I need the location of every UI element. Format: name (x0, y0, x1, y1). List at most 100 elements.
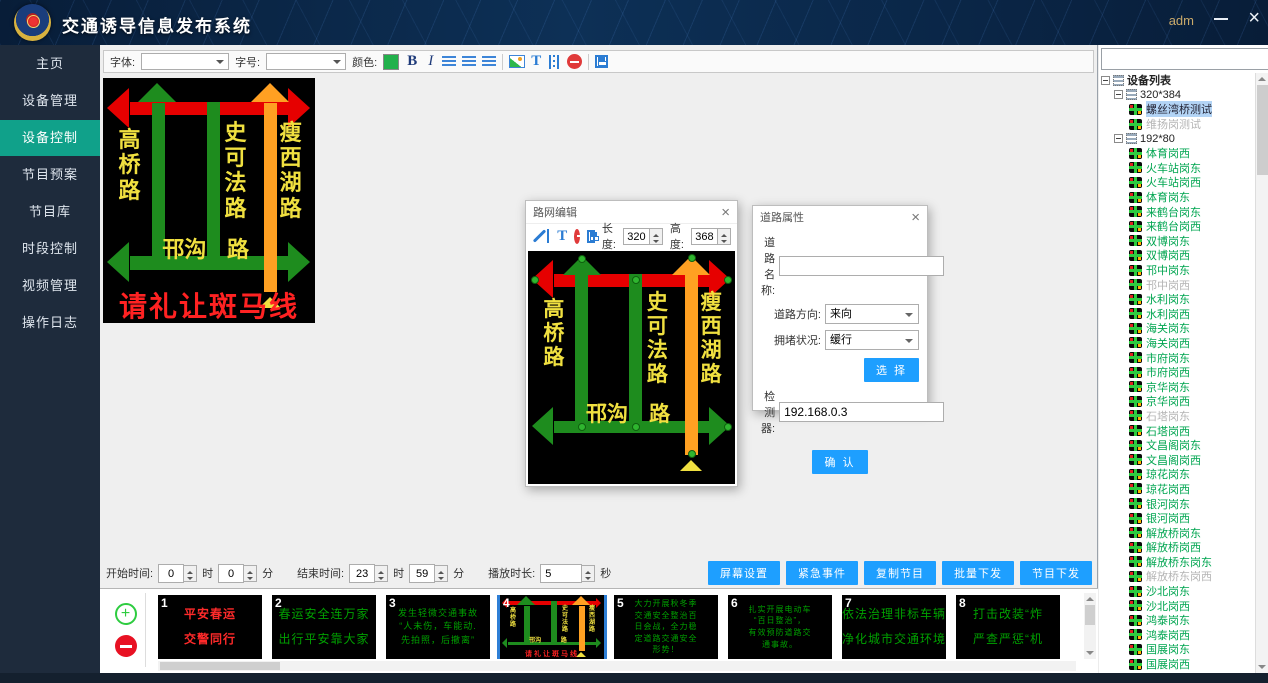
tree-root[interactable]: 设备列表 (1101, 73, 1255, 88)
device-item[interactable]: 京华岗东 (1101, 379, 1255, 394)
device-item[interactable]: 来鹤台岗西 (1101, 219, 1255, 234)
device-item[interactable]: 京华岗西 (1101, 394, 1255, 409)
delete-icon[interactable] (574, 229, 580, 244)
minimize-icon[interactable] (1214, 18, 1228, 20)
duration-stepper[interactable]: 5 (540, 564, 595, 583)
road-network-icon[interactable] (547, 55, 561, 69)
end-hour-stepper[interactable]: 23 (349, 564, 388, 583)
add-program-button[interactable]: + (115, 603, 137, 625)
collapse-icon[interactable] (1101, 76, 1110, 85)
led-preview-canvas[interactable]: 高 桥 路史 可 法 路瘦 西 湖 路邗沟路请礼让斑马线 (103, 78, 315, 323)
pen-icon[interactable] (532, 229, 538, 243)
device-item[interactable]: 海关岗西 (1101, 336, 1255, 351)
playlist-item-2[interactable]: 2春运安全连万家出行平安靠大家 (272, 595, 376, 659)
device-item[interactable]: 琼花岗西 (1101, 482, 1255, 497)
device-item[interactable]: 市府岗东 (1101, 350, 1255, 365)
tree-scrollbar[interactable] (1255, 73, 1268, 673)
device-item[interactable]: 螺丝湾桥测试 (1101, 102, 1255, 117)
device-item[interactable]: 国展岗西 (1101, 657, 1255, 672)
collapse-icon[interactable] (1114, 134, 1123, 143)
tree-group-320*384[interactable]: 320*384 (1101, 88, 1255, 103)
control-point[interactable] (688, 450, 696, 458)
sidebar-item-视频管理[interactable]: 视频管理 (0, 268, 100, 304)
remove-program-button[interactable] (115, 635, 137, 657)
device-item[interactable]: 体育岗东 (1101, 190, 1255, 205)
device-item[interactable]: 琼花岗东 (1101, 467, 1255, 482)
device-item[interactable]: 解放桥岗西 (1101, 540, 1255, 555)
action-button-批量下发[interactable]: 批量下发 (942, 561, 1014, 585)
device-item[interactable]: 银河岗东 (1101, 496, 1255, 511)
sidebar-item-节目预案[interactable]: 节目预案 (0, 157, 100, 193)
road-properties-titlebar[interactable]: 道路属性 × (753, 206, 927, 228)
start-hour-value[interactable]: 0 (158, 564, 184, 583)
stepper-arrows[interactable] (375, 565, 388, 582)
device-item[interactable]: 鸿泰岗西 (1101, 628, 1255, 643)
control-point[interactable] (724, 276, 732, 284)
align-left-icon[interactable] (442, 56, 456, 67)
control-point[interactable] (724, 423, 732, 431)
end-minute-stepper[interactable]: 59 (409, 564, 448, 583)
close-icon[interactable]: × (721, 205, 730, 220)
device-item[interactable]: 火车站岗东 (1101, 161, 1255, 176)
height-stepper[interactable]: 368 (691, 228, 731, 245)
end-minute-value[interactable]: 59 (409, 564, 435, 583)
control-point[interactable] (632, 276, 640, 284)
confirm-button[interactable]: 确 认 (812, 450, 867, 474)
device-item[interactable]: 火车站岗西 (1101, 175, 1255, 190)
control-point[interactable] (578, 255, 586, 263)
insert-image-icon[interactable] (509, 55, 525, 68)
device-item[interactable]: 维扬岗测试 (1101, 117, 1255, 132)
device-item[interactable]: 水利岗西 (1101, 307, 1255, 322)
tree-group-192*80[interactable]: 192*80 (1101, 131, 1255, 146)
save-icon[interactable] (587, 230, 595, 243)
sidebar-item-主页[interactable]: 主页 (0, 46, 100, 82)
color-swatch[interactable] (383, 54, 399, 70)
device-item[interactable]: 市府岗西 (1101, 365, 1255, 380)
height-value[interactable]: 368 (691, 228, 718, 245)
device-item[interactable]: 石塔岗西 (1101, 423, 1255, 438)
stepper-arrows[interactable] (718, 228, 731, 245)
orange-arrow[interactable] (685, 275, 698, 455)
close-icon[interactable]: × (1248, 6, 1260, 30)
middle-green-bar[interactable] (629, 274, 642, 434)
stepper-arrows[interactable] (650, 228, 663, 245)
road-editor-canvas[interactable]: 高 桥 路史 可 法 路瘦 西 湖 路邗沟路 (528, 251, 735, 484)
action-button-节目下发[interactable]: 节目下发 (1020, 561, 1092, 585)
playlist-item-5[interactable]: 5大力开展秋冬季交通安全整治百日会战，全力稳定道路交通安全形势！ (614, 595, 718, 659)
device-item[interactable]: 来鹤台岗东 (1101, 204, 1255, 219)
align-right-icon[interactable] (482, 56, 496, 67)
device-item[interactable]: 邗中岗东 (1101, 263, 1255, 278)
collapse-icon[interactable] (1114, 90, 1123, 99)
device-item[interactable]: 解放桥东岗东 (1101, 555, 1255, 570)
device-item[interactable]: 沙北岗东 (1101, 584, 1255, 599)
text-tool-icon[interactable]: T (531, 53, 541, 70)
text-tool-icon[interactable]: T (557, 228, 567, 245)
device-item[interactable]: 解放桥东岗西 (1101, 569, 1255, 584)
stepper-arrows[interactable] (435, 565, 448, 582)
delete-icon[interactable] (567, 54, 582, 69)
length-stepper[interactable]: 320 (623, 228, 663, 245)
device-item[interactable]: 国展岗东 (1101, 642, 1255, 657)
device-item[interactable]: 邗中岗西 (1101, 277, 1255, 292)
device-search-input[interactable] (1101, 48, 1268, 70)
device-item[interactable]: 文昌阁岗西 (1101, 452, 1255, 467)
duration-value[interactable]: 5 (540, 564, 582, 583)
save-icon[interactable] (595, 55, 608, 68)
sidebar-item-设备控制[interactable]: 设备控制 (0, 120, 100, 156)
action-button-紧急事件[interactable]: 紧急事件 (786, 561, 858, 585)
vertical-scrollbar[interactable] (1084, 593, 1096, 659)
action-button-复制节目[interactable]: 复制节目 (864, 561, 936, 585)
logged-in-user[interactable]: adm (1169, 13, 1194, 28)
control-point[interactable] (688, 254, 696, 262)
sidebar-item-节目库[interactable]: 节目库 (0, 194, 100, 230)
road-direction-select[interactable]: 来向 (825, 304, 919, 324)
road-name-input[interactable] (779, 256, 944, 276)
font-select[interactable] (141, 53, 229, 70)
detector-input[interactable] (779, 402, 944, 422)
playlist-item-4[interactable]: 4高 桥 路史 可 法 路瘦 西 湖 路邗沟路请礼让斑马线 (500, 595, 604, 659)
device-item[interactable]: 海关岗东 (1101, 321, 1255, 336)
device-item[interactable]: 银河岗西 (1101, 511, 1255, 526)
road-editor-titlebar[interactable]: 路网编辑 × (526, 201, 737, 223)
control-point[interactable] (632, 423, 640, 431)
playlist-item-3[interactable]: 3发生轻微交通事故“人未伤，车能动.先拍照，后撤离” (386, 595, 490, 659)
